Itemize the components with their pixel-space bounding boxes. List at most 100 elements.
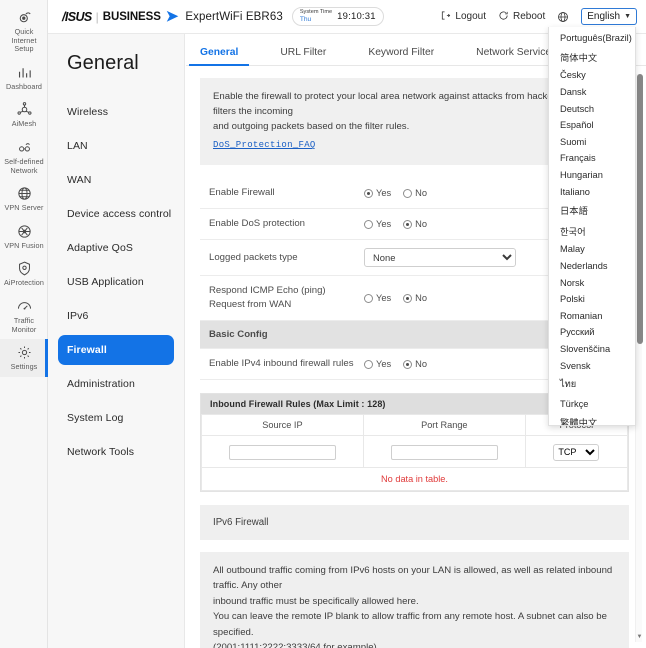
language-option[interactable]: 한국어 [549,221,635,242]
subnav-item-ipv6[interactable]: IPv6 [58,301,174,331]
column-source-ip: Source IP [202,415,364,436]
language-option[interactable]: Norsk [549,274,635,291]
sidebar-item-aiprotection[interactable]: AiProtection [0,255,48,293]
secondary-sidebar: General Wireless LAN WAN Device access c… [48,34,185,648]
protocol-select[interactable]: TCP [553,444,599,461]
sidebar-item-traffic-monitor[interactable]: Traffic Monitor [0,293,48,339]
subnav-item-firewall[interactable]: Firewall [58,335,174,365]
radio-dot-icon [403,189,412,198]
language-option[interactable]: Türkçe [549,395,635,412]
aiprotection-icon [16,260,33,277]
language-dropdown-menu[interactable]: Português(Brazil) 简体中文 Česky Dansk Deuts… [548,27,636,426]
system-time-label: System Time [300,10,332,16]
sidebar-label: Quick Internet Setup [2,28,46,54]
enable-firewall-no[interactable]: No [403,188,427,198]
table-empty-row: No data in table. [202,467,628,490]
language-option[interactable]: Português(Brazil) [549,30,635,47]
subnav-item-device-access-control[interactable]: Device access control [58,199,174,229]
language-option[interactable]: Romanian [549,308,635,325]
sidebar-label: VPN Server [5,204,44,213]
radio-dot-icon [403,220,412,229]
sidebar-item-vpn-server[interactable]: VPN Server [0,180,48,218]
language-option[interactable]: 繁體中文 [549,412,635,426]
subnav-item-adaptive-qos[interactable]: Adaptive QoS [58,233,174,263]
language-selector[interactable]: English ▼ [581,8,637,25]
router-admin-page: Quick Internet Setup Dashboard AiMesh Se… [0,0,646,648]
logged-packets-select[interactable]: None [364,248,516,267]
sidebar-item-dashboard[interactable]: Dashboard [0,59,48,97]
logout-button[interactable]: Logout [440,10,486,24]
ipv6-info-line-2: inbound traffic must be specifically all… [213,594,616,610]
subnav-item-administration[interactable]: Administration [58,369,174,399]
subnav-item-wireless[interactable]: Wireless [58,97,174,127]
language-option[interactable]: Nederlands [549,258,635,275]
sidebar-label: Settings [11,363,38,372]
sidebar-label: Traffic Monitor [2,317,46,334]
system-time-day: Thu [300,17,332,24]
subnav-item-wan[interactable]: WAN [58,165,174,195]
language-option[interactable]: Suomi [549,134,635,151]
language-option[interactable]: ไทย [549,374,635,396]
subnav-item-usb-application[interactable]: USB Application [58,267,174,297]
radio-label: Yes [376,188,391,198]
radio-dot-icon [364,220,373,229]
sidebar-item-quick-internet-setup[interactable]: Quick Internet Setup [0,4,48,59]
sidebar-item-self-defined-network[interactable]: Self-defined Network [0,134,48,180]
no-data-message: No data in table. [202,467,628,490]
scrollbar-thumb[interactable] [637,74,643,344]
language-option[interactable]: Svensk [549,357,635,374]
language-option[interactable]: Polski [549,291,635,308]
tab-keyword-filter[interactable]: Keyword Filter [368,47,434,65]
sidebar-item-aimesh[interactable]: AiMesh [0,96,48,134]
radio-label: Yes [376,359,391,369]
language-option[interactable]: 日本語 [549,200,635,221]
language-option[interactable]: Français [549,150,635,167]
label-logged-packets: Logged packets type [200,240,355,276]
scroll-down-arrow-icon[interactable]: ▼ [636,634,643,640]
language-option[interactable]: 简体中文 [549,47,635,68]
radio-label: No [415,188,427,198]
tab-url-filter[interactable]: URL Filter [280,47,326,65]
source-ip-input[interactable] [229,445,336,460]
icmp-yes[interactable]: Yes [364,293,391,303]
radio-label: Yes [376,219,391,229]
content-scrollbar[interactable]: ▼ [635,74,642,642]
sidebar-item-vpn-fusion[interactable]: VPN Fusion [0,218,48,256]
aimesh-icon [16,101,33,118]
chevron-down-icon: ▼ [624,13,631,20]
gear-icon [16,344,33,361]
subnav-item-lan[interactable]: LAN [58,131,174,161]
tab-network-service[interactable]: Network Service [476,47,551,65]
subnav-item-network-tools[interactable]: Network Tools [58,437,174,467]
language-option[interactable]: Česky [549,67,635,84]
enable-firewall-yes[interactable]: Yes [364,188,391,198]
port-range-input[interactable] [391,445,498,460]
icmp-no[interactable]: No [403,293,427,303]
ipv6-firewall-info: All outbound traffic coming from IPv6 ho… [200,552,629,648]
chevron-right-icon: ➤ [166,9,179,24]
label-enable-firewall: Enable Firewall [200,178,355,209]
sidebar-label: Dashboard [6,83,42,92]
label-enable-ipv4-inbound: Enable IPv4 inbound firewall rules [200,349,355,380]
language-option[interactable]: Dansk [549,84,635,101]
sidebar-label: AiMesh [12,120,37,129]
language-option[interactable]: Italiano [549,183,635,200]
subnav-item-system-log[interactable]: System Log [58,403,174,433]
ipv4-inbound-no[interactable]: No [403,359,427,369]
reboot-icon [498,10,509,24]
sidebar-item-settings[interactable]: Settings [0,339,48,377]
dos-protection-faq-link[interactable]: DoS_Protection_FAQ [213,138,316,153]
ipv4-inbound-yes[interactable]: Yes [364,359,391,369]
language-option[interactable]: Hungarian [549,167,635,184]
reboot-button[interactable]: Reboot [498,10,545,24]
language-option[interactable]: Slovenščina [549,341,635,358]
enable-dos-yes[interactable]: Yes [364,219,391,229]
language-option[interactable]: Русский [549,324,635,341]
tab-general[interactable]: General [200,47,238,65]
enable-dos-no[interactable]: No [403,219,427,229]
language-option[interactable]: Español [549,117,635,134]
language-option[interactable]: Malay [549,241,635,258]
radio-dot-icon [403,360,412,369]
vpn-fusion-icon [16,223,33,240]
language-option[interactable]: Deutsch [549,100,635,117]
